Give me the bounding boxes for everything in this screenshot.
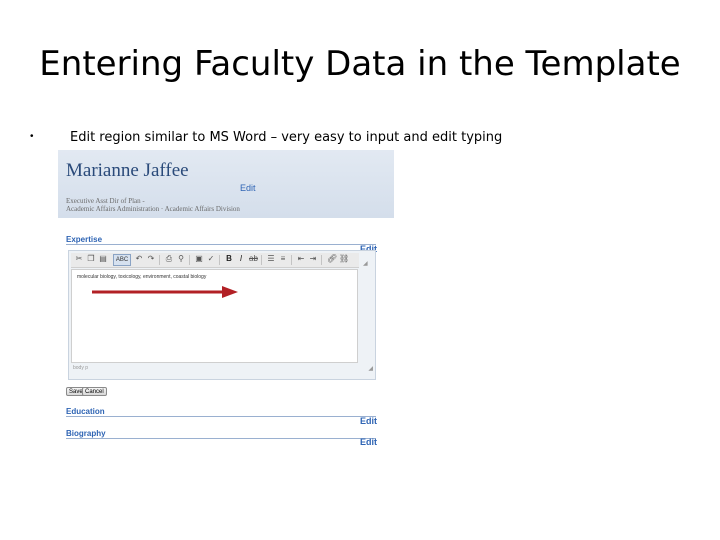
indent-icon[interactable]: ⇥: [309, 255, 317, 263]
toolbar-separator: [291, 255, 292, 265]
editor-status-path: body p: [73, 365, 89, 371]
redo-icon[interactable]: ↷: [147, 255, 155, 263]
cut-icon[interactable]: ✂: [75, 255, 83, 263]
profile-position: Executive Asst Dir of Plan -: [66, 197, 145, 205]
section-label-education: Education: [66, 407, 105, 416]
spellcheck-icon[interactable]: ✓: [207, 255, 215, 263]
resize-grip-icon[interactable]: ◢: [368, 365, 373, 372]
profile-header: Marianne Jaffee Edit Executive Asst Dir …: [58, 150, 394, 218]
section-rule-biography: [66, 438, 376, 439]
undo-icon[interactable]: ↶: [135, 255, 143, 263]
print-icon[interactable]: ⎙: [165, 255, 173, 263]
copy-icon[interactable]: ❐: [87, 255, 95, 263]
biography-edit-link[interactable]: Edit: [360, 437, 377, 447]
italic-icon[interactable]: I: [237, 255, 245, 263]
style-select[interactable]: ABC: [113, 254, 131, 266]
editor-text-area[interactable]: molecular biology, toxicology, environme…: [71, 269, 358, 363]
profile-edit-link[interactable]: Edit: [240, 183, 256, 193]
find-icon[interactable]: ⚲: [177, 255, 185, 263]
rich-text-editor: ✂ ❐ ▤ ABC ↶ ↷ ⎙ ⚲ ▣ ✓ B I ab ☰ ≡ ⇤ ⇥ 🔗︎ …: [68, 250, 376, 380]
cancel-button[interactable]: Cancel: [82, 387, 107, 396]
slide-title: Entering Faculty Data in the Template: [39, 44, 681, 84]
profile-department: Academic Affairs Administration · Academ…: [66, 205, 240, 213]
bold-icon[interactable]: B: [225, 255, 233, 263]
bullet-list-icon[interactable]: ≡: [279, 255, 287, 263]
toolbar-separator: [219, 255, 220, 265]
toolbar-collapse-icon[interactable]: ◢: [363, 260, 368, 267]
editor-content: molecular biology, toxicology, environme…: [77, 274, 207, 280]
profile-subtitle: Executive Asst Dir of Plan - Academic Af…: [66, 197, 240, 213]
section-rule-expertise: [66, 244, 376, 245]
strikethrough-icon[interactable]: ab: [249, 255, 258, 263]
section-rule-education: [66, 416, 376, 417]
paste-icon[interactable]: ▤: [99, 255, 107, 263]
numbered-list-icon[interactable]: ☰: [267, 255, 275, 263]
toolbar-separator: [159, 255, 160, 265]
preview-icon[interactable]: ▣: [195, 255, 203, 263]
outdent-icon[interactable]: ⇤: [297, 255, 305, 263]
education-edit-link[interactable]: Edit: [360, 416, 377, 426]
editor-toolbar: ✂ ❐ ▤ ABC ↶ ↷ ⎙ ⚲ ▣ ✓ B I ab ☰ ≡ ⇤ ⇥ 🔗︎ …: [71, 253, 359, 268]
link-icon[interactable]: 🔗︎: [327, 255, 337, 263]
bullet-marker: •: [30, 131, 34, 142]
unlink-icon[interactable]: ⛓︎: [339, 255, 349, 263]
toolbar-separator: [189, 255, 190, 265]
section-label-biography: Biography: [66, 429, 106, 438]
profile-name: Marianne Jaffee: [66, 160, 189, 181]
red-arrow-icon: [92, 286, 238, 298]
section-label-expertise: Expertise: [66, 235, 103, 244]
bullet-text: Edit region similar to MS Word – very ea…: [70, 130, 503, 145]
toolbar-separator: [261, 255, 262, 265]
toolbar-separator: [321, 255, 322, 265]
